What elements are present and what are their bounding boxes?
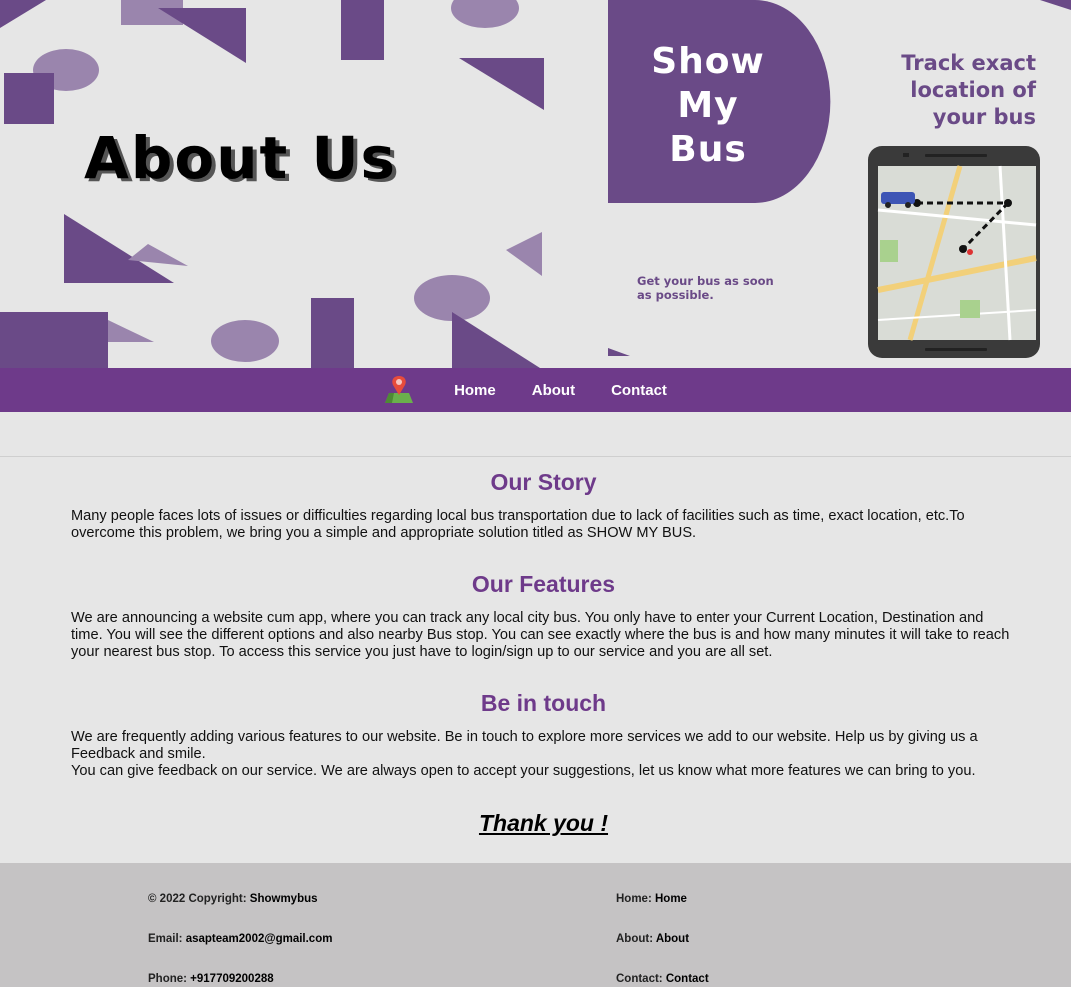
thank-you-text: Thank you ! xyxy=(478,810,609,836)
footer-home-link[interactable]: Home xyxy=(655,893,687,905)
tagline-line: Get your bus as soon xyxy=(637,274,774,288)
footer-label: Contact: xyxy=(616,973,666,985)
brand-line: Show xyxy=(651,41,765,82)
footer-phone-link[interactable]: +917709200288 xyxy=(190,973,273,985)
section-title: Be in touch xyxy=(480,690,607,716)
brand-line: Bus xyxy=(669,129,747,170)
track-line: your bus xyxy=(932,105,1036,129)
footer-left-column: © 2022 Copyright: Showmybus Email: asapt… xyxy=(148,893,332,987)
brand-logo-text: Show My Bus xyxy=(608,40,808,172)
hero-banner: About Us Show My Bus Track exact locatio… xyxy=(0,0,1071,368)
footer-copyright: © 2022 Copyright: Showmybus xyxy=(148,893,332,933)
section-paragraph: You can give feedback on our service. We… xyxy=(71,763,976,779)
footer-email-link[interactable]: asapteam2002@gmail.com xyxy=(186,933,333,945)
track-line: location of xyxy=(910,78,1036,102)
map-pin-icon[interactable] xyxy=(382,373,416,407)
footer: © 2022 Copyright: Showmybus Email: asapt… xyxy=(0,863,1071,987)
section-title: Our Story xyxy=(490,469,597,495)
nav-inner: Home About Contact xyxy=(382,373,685,407)
navbar: Home About Contact xyxy=(0,368,1071,412)
divider xyxy=(0,456,1071,457)
brand-line: My xyxy=(677,85,739,126)
footer-label: Phone: xyxy=(148,973,191,985)
footer-label: About: xyxy=(616,933,656,945)
hero-title: About Us xyxy=(84,124,398,192)
footer-right-column: Home: Home About: About Contact: Contact xyxy=(616,893,709,987)
footer-email: Email: asapteam2002@gmail.com xyxy=(148,933,332,973)
section-title: Our Features xyxy=(471,571,616,597)
nav-contact-link[interactable]: Contact xyxy=(611,382,667,399)
footer-contact: Contact: Contact xyxy=(616,973,709,987)
features-section: Our Features We are announcing a website… xyxy=(71,568,1016,661)
touch-section: Be in touch We are frequently adding var… xyxy=(71,687,1016,780)
section-paragraph: We are announcing a website cum app, whe… xyxy=(71,610,1010,660)
footer-about-link[interactable]: About xyxy=(656,933,689,945)
footer-brand-link[interactable]: Showmybus xyxy=(250,893,318,905)
section-paragraph: We are frequently adding various feature… xyxy=(71,729,978,762)
footer-label: Home: xyxy=(616,893,655,905)
nav-home-link[interactable]: Home xyxy=(454,382,496,399)
footer-about: About: About xyxy=(616,933,709,973)
track-line: Track exact xyxy=(901,51,1036,75)
story-section: Our Story Many people faces lots of issu… xyxy=(71,466,1016,542)
nav-about-link[interactable]: About xyxy=(532,382,575,399)
footer-home: Home: Home xyxy=(616,893,709,933)
footer-phone: Phone: +917709200288 xyxy=(148,973,332,987)
footer-contact-link[interactable]: Contact xyxy=(666,973,709,985)
section-paragraph: Many people faces lots of issues or diff… xyxy=(71,508,965,541)
footer-label: Email: xyxy=(148,933,186,945)
hero-tagline: Get your bus as soon as possible. xyxy=(637,274,817,302)
footer-label: © 2022 Copyright: xyxy=(148,893,250,905)
tagline-line: as possible. xyxy=(637,288,714,302)
track-headline: Track exact location of your bus xyxy=(836,50,1036,131)
